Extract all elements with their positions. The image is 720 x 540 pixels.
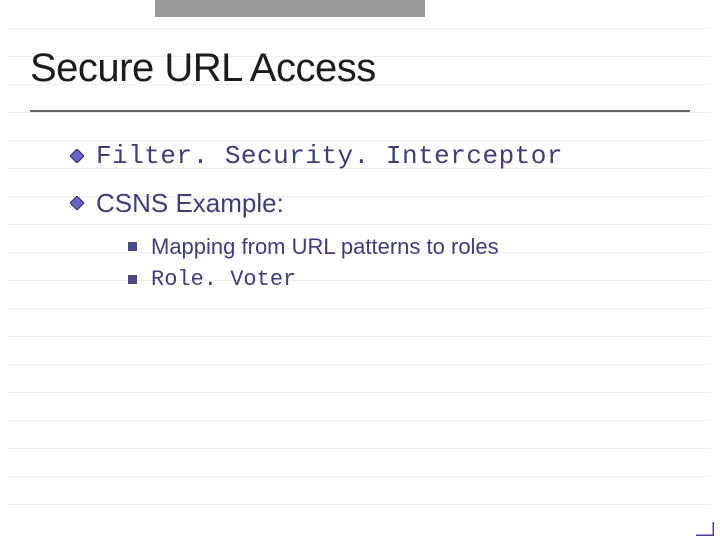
sub-bullet-list: Mapping from URL patterns to roles Role.… bbox=[128, 233, 670, 294]
bullet-text: Filter. Security. Interceptor bbox=[96, 140, 563, 173]
slide-title: Secure URL Access bbox=[30, 46, 376, 91]
sub-bullet-item: Mapping from URL patterns to roles bbox=[128, 233, 670, 262]
bullet-item: Filter. Security. Interceptor bbox=[70, 140, 670, 173]
bullet-text: CSNS Example: bbox=[96, 187, 284, 220]
sub-bullet-item: Role. Voter bbox=[128, 266, 670, 295]
square-bullet-icon bbox=[128, 242, 137, 251]
sub-bullet-text: Mapping from URL patterns to roles bbox=[151, 233, 499, 262]
title-underline bbox=[30, 110, 690, 112]
diamond-bullet-icon bbox=[70, 149, 84, 163]
sub-bullet-text: Role. Voter bbox=[151, 266, 296, 295]
bullet-item: CSNS Example: bbox=[70, 187, 670, 220]
slide-body: Filter. Security. Interceptor CSNS Examp… bbox=[70, 140, 670, 298]
top-grey-bar bbox=[155, 0, 425, 17]
square-bullet-icon bbox=[128, 275, 137, 284]
corner-accent-icon bbox=[696, 522, 714, 536]
diamond-bullet-icon bbox=[70, 196, 84, 210]
